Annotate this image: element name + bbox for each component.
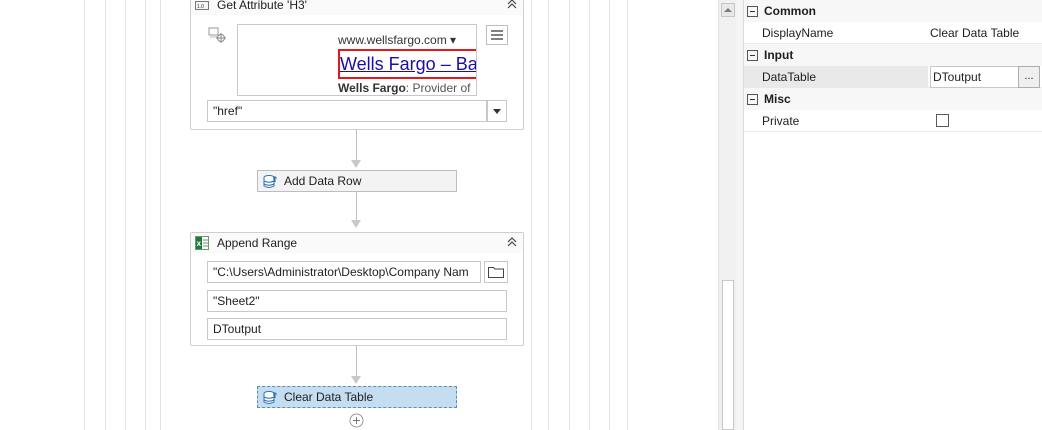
activity-label: Add Data Row [284,174,362,188]
property-value-cell [928,110,1042,132]
browse-button[interactable] [484,261,508,283]
sequence-border [160,0,161,430]
folder-icon [488,267,504,278]
svg-text:x: x [197,239,202,248]
category-common[interactable]: Common [744,0,1042,22]
preview-url: www.wellsfargo.com ▾ [338,33,457,47]
flow-arrow [351,160,361,168]
collapse-category-icon[interactable] [747,49,758,61]
svg-text:1.0: 1.0 [197,4,204,10]
datatable-input[interactable]: DToutput [207,318,507,340]
element-screenshot-preview: www.wellsfargo.com ▾ Wells Fargo – Ba We… [237,24,477,96]
sequence-border [145,0,146,430]
panel-splitter[interactable] [736,0,744,430]
private-checkbox[interactable] [936,114,949,127]
displayname-value[interactable]: Clear Data Table [928,22,1042,44]
attribute-dropdown-button[interactable] [487,100,507,122]
activity-header[interactable]: x Append Range [191,233,523,253]
preview-highlighted-link: Wells Fargo – Ba [338,49,476,79]
collapse-category-icon[interactable] [747,5,758,17]
sequence-border [609,0,610,430]
indicate-target-icon[interactable] [208,27,226,43]
property-value-cell: DToutput ... [928,65,1042,88]
category-input[interactable]: Input [744,44,1042,66]
category-label: Input [764,48,794,62]
dropdown-arrow-icon [493,108,501,114]
sequence-border [84,0,85,430]
property-row-datatable[interactable]: DataTable DToutput ... [744,65,1042,88]
category-label: Misc [764,92,791,106]
hamburger-icon [491,30,503,40]
scroll-thumb[interactable] [722,280,734,430]
sequence-border [569,0,570,430]
clear-data-table-activity[interactable]: Clear Data Table [257,386,457,408]
sequence-border [548,0,549,430]
sequence-border [125,0,126,430]
activity-label: Clear Data Table [284,390,374,404]
property-row-private[interactable]: Private [744,110,1042,132]
collapse-category-icon[interactable] [747,93,758,105]
activity-title: Get Attribute 'H3' [217,0,307,12]
attribute-input[interactable]: "href" [207,100,487,122]
expression-editor-button[interactable]: ... [1018,65,1040,88]
activity-header[interactable]: 1.0 Get Attribute 'H3' [191,0,523,15]
flow-arrow [351,376,361,384]
sequence-border [627,0,628,430]
scroll-up-icon [724,8,732,12]
get-attribute-icon: 1.0 [195,1,209,10]
collapse-icon[interactable] [505,0,519,11]
flow-connector [356,130,357,162]
property-name: Private [762,113,800,128]
collapse-icon[interactable] [505,235,519,249]
sequence-border [105,0,106,430]
scroll-up-button[interactable] [721,3,735,17]
flow-arrow [351,220,361,228]
property-row-displayname[interactable]: DisplayName Clear Data Table [744,22,1042,44]
designer-canvas[interactable]: 1.0 Get Attribute 'H3' www.wellsfargo.co… [0,0,718,430]
properties-panel: Common DisplayName Clear Data Table Inpu… [744,0,1042,430]
add-data-row-activity[interactable]: Add Data Row [257,170,457,192]
property-name: DataTable [744,65,928,88]
add-activity-icon[interactable] [349,413,364,428]
excel-icon: x [195,236,209,250]
vertical-scrollbar[interactable] [718,0,736,430]
sequence-border [531,0,532,430]
property-name: DisplayName [762,25,834,40]
data-table-icon [263,391,277,404]
category-label: Common [764,4,816,18]
menu-button[interactable] [486,25,508,45]
workbook-path-input[interactable]: "C:\Users\Administrator\Desktop\Company … [207,261,481,283]
preview-description: Wells Fargo: Provider of [338,81,471,95]
sheet-name-input[interactable]: "Sheet2" [207,290,507,312]
datatable-value-input[interactable]: DToutput [930,65,1020,88]
category-misc[interactable]: Misc [744,88,1042,110]
activity-title: Append Range [217,236,298,250]
flow-connector [356,192,357,222]
flow-connector [356,346,357,378]
sequence-border [589,0,590,430]
data-table-icon [263,175,277,188]
